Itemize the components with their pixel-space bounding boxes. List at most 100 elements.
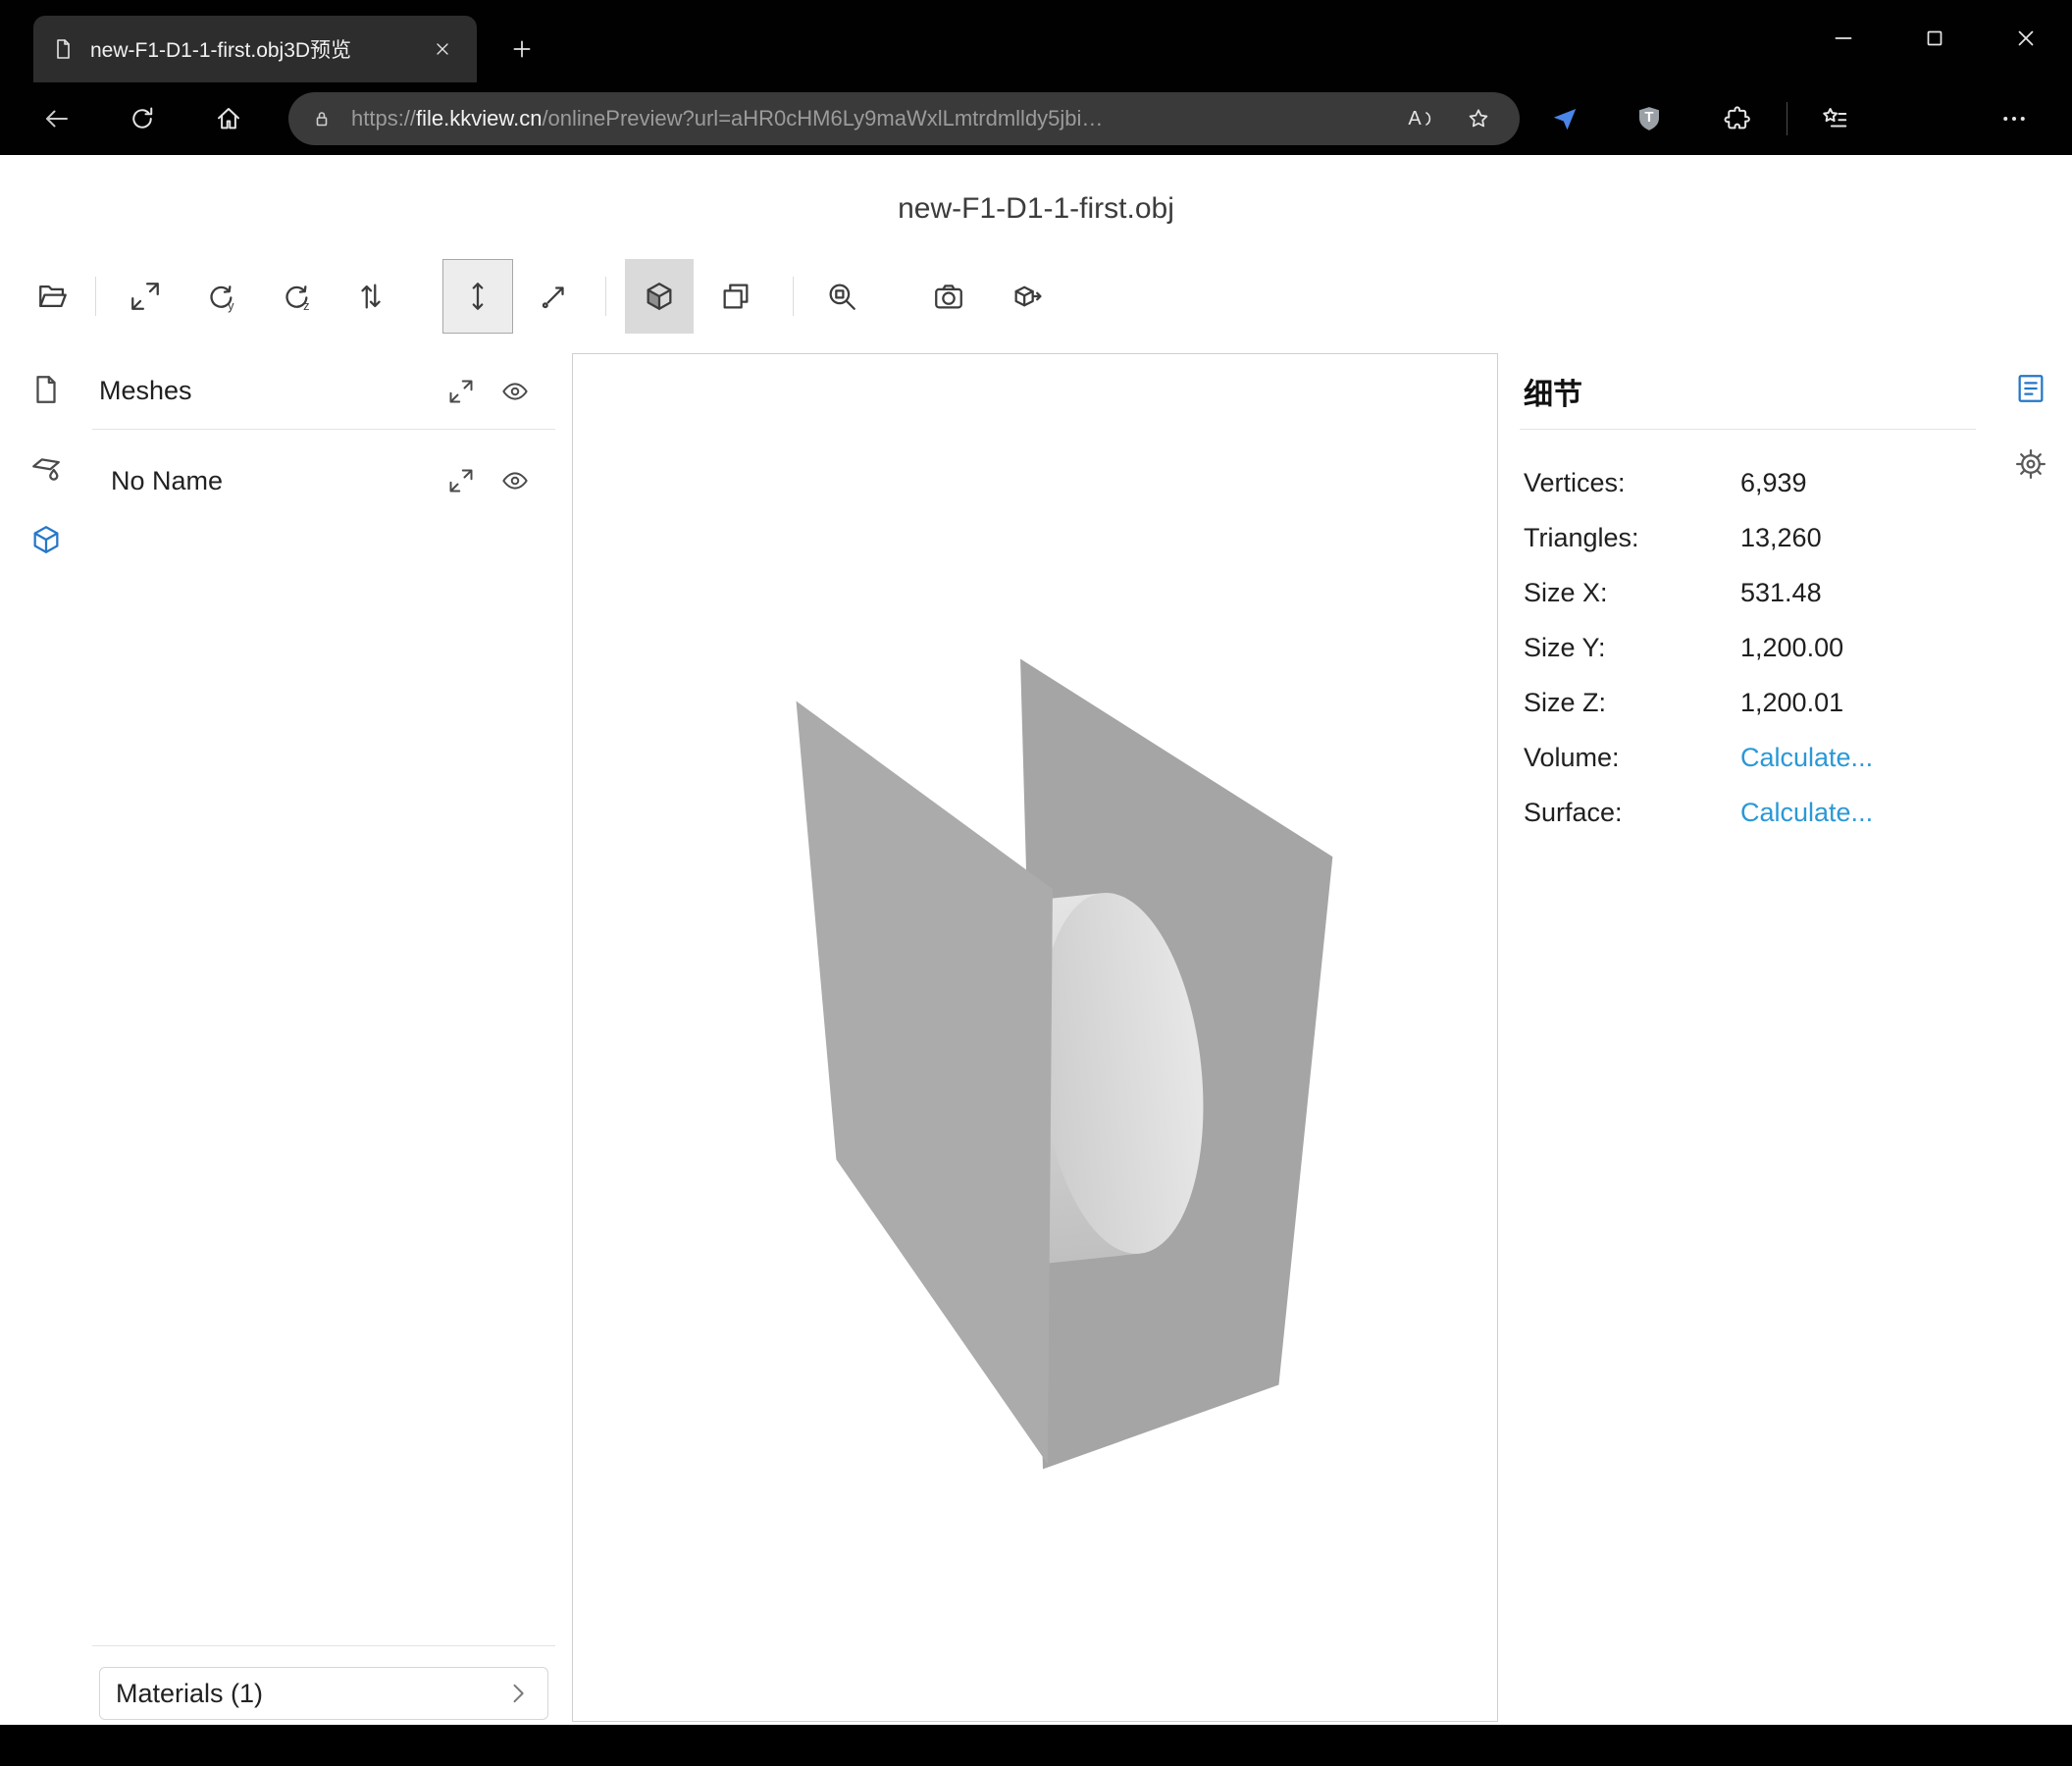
home-button[interactable] [207,97,250,140]
perspective-projection-button-active[interactable] [625,259,694,334]
toolbar-separator [95,277,96,316]
details-list-icon [2014,372,2047,405]
lock-icon [310,107,334,130]
detail-row-size-x: Size X: 531.48 [1520,565,1976,620]
right-icon-strip [2001,353,2060,1722]
back-button[interactable] [35,97,78,140]
url-text: https://file.kkview.cn/onlinePreview?url… [351,106,1384,131]
refresh-icon [128,104,157,133]
model-viewport[interactable] [572,353,1498,1722]
cube-3d-icon [29,523,63,556]
browser-tab-active[interactable]: new-F1-D1-1-first.obj3D预览 [33,16,477,82]
new-tab-button[interactable] [502,29,542,69]
left-icon-strip [0,353,92,1722]
mesh-visibility-eye-icon[interactable] [501,467,529,494]
detail-row-size-y: Size Y: 1,200.00 [1520,620,1976,675]
fit-mesh-icon[interactable] [447,467,475,494]
browser-nav-bar: https://file.kkview.cn/onlinePreview?url… [0,82,2072,155]
blue-extension-icon [1550,104,1580,133]
chevron-right-icon [504,1680,532,1707]
zoom-window-button[interactable] [810,265,873,328]
orthographic-projection-button[interactable] [704,265,767,328]
svg-text:z: z [303,298,309,313]
perspective-cube-icon [643,280,676,313]
detail-row-surface: Surface: Calculate... [1520,785,1976,840]
ortho-squares-icon [719,280,752,313]
settings-tab-button[interactable] [2007,441,2054,488]
viewer-page: new-F1-D1-1-first.obj y z [0,155,2072,1725]
toolbar-separator [605,277,606,316]
meshes-tab-button-active[interactable] [23,516,70,563]
surface-calculate-link[interactable]: Calculate... [1740,798,1873,828]
favorite-star-button[interactable] [1459,99,1498,138]
materials-tab-button[interactable] [23,442,70,489]
extension-blue-button[interactable] [1543,97,1586,140]
mesh-name: No Name [111,466,223,496]
mesh-list-item[interactable]: No Name [92,455,555,506]
window-maximize-button[interactable] [1904,8,1965,69]
window-close-button[interactable] [1995,8,2056,69]
toggle-all-visibility-eye-icon[interactable] [501,378,529,405]
document-icon [29,373,63,406]
fix-up-vector-button-active[interactable] [442,259,513,334]
up-direction-icon [461,280,494,313]
detail-row-size-z: Size Z: 1,200.01 [1520,675,1976,730]
read-aloud-wave-icon [1424,108,1435,130]
toolbar-separator [793,277,794,316]
extension-shield-button[interactable]: T [1628,97,1671,140]
materials-icon [29,448,63,482]
export-icon [1010,280,1044,313]
ellipsis-icon [1999,104,2029,133]
set-up-vector-y-button[interactable]: y [189,265,252,328]
page-file-icon [51,37,75,61]
favorites-hub-button[interactable] [1813,97,1856,140]
favorites-hub-icon [1820,104,1849,133]
materials-button[interactable]: Materials (1) [99,1667,548,1720]
flip-up-vector-button[interactable] [339,265,402,328]
model-left-plane [797,701,1053,1464]
tab-close-icon[interactable] [426,32,459,66]
browser-menu-button[interactable] [1993,97,2036,140]
gear-icon [2014,447,2047,481]
flip-arrows-icon [354,280,388,313]
meshes-header-row: Meshes [92,353,555,430]
open-model-button[interactable] [22,265,84,328]
rotate-y-icon: y [204,280,237,313]
fit-expand-icon [129,280,162,313]
read-aloud-button[interactable]: A [1402,99,1441,138]
puzzle-icon [1723,104,1752,133]
measure-button[interactable] [523,265,586,328]
detail-row-triangles: Triangles: 13,260 [1520,510,1976,565]
materials-button-label: Materials (1) [116,1679,504,1709]
rotate-z-icon: z [280,280,313,313]
url-host: file.kkview.cn [416,106,542,130]
detail-row-vertices: Vertices: 6,939 [1520,455,1976,510]
window-minimize-button[interactable] [1813,8,1874,69]
detail-row-volume: Volume: Calculate... [1520,730,1976,785]
fit-to-window-button[interactable] [114,265,177,328]
svg-text:y: y [228,298,234,313]
shield-badge-letter: T [1628,97,1671,140]
address-bar[interactable]: https://file.kkview.cn/onlinePreview?url… [288,92,1520,145]
details-panel: 细节 Vertices: 6,939 Triangles: 13,260 Siz… [1520,353,1976,840]
model-3d-render[interactable] [573,354,1497,1721]
details-tab-button-active[interactable] [2007,365,2054,412]
url-path: /onlinePreview?url=aHR0cHM6Ly9maWxlLmtrd… [542,106,1103,130]
url-scheme: https:// [351,106,416,130]
file-info-tab-button[interactable] [23,366,70,413]
magnifier-icon [825,280,858,313]
snapshot-button[interactable] [917,265,980,328]
bottom-black-bar [0,1725,2072,1766]
fit-all-meshes-icon[interactable] [447,378,475,405]
volume-calculate-link[interactable]: Calculate... [1740,743,1873,773]
panel-divider [92,1645,555,1646]
read-aloud-icon: A [1408,108,1421,130]
details-header: 细节 [1520,353,1976,430]
extensions-button[interactable] [1716,97,1759,140]
open-folder-icon [36,280,70,313]
back-icon [42,104,72,133]
export-model-button[interactable] [996,265,1059,328]
refresh-button[interactable] [121,97,164,140]
set-up-vector-z-button[interactable]: z [265,265,328,328]
window-controls [1813,8,2056,69]
